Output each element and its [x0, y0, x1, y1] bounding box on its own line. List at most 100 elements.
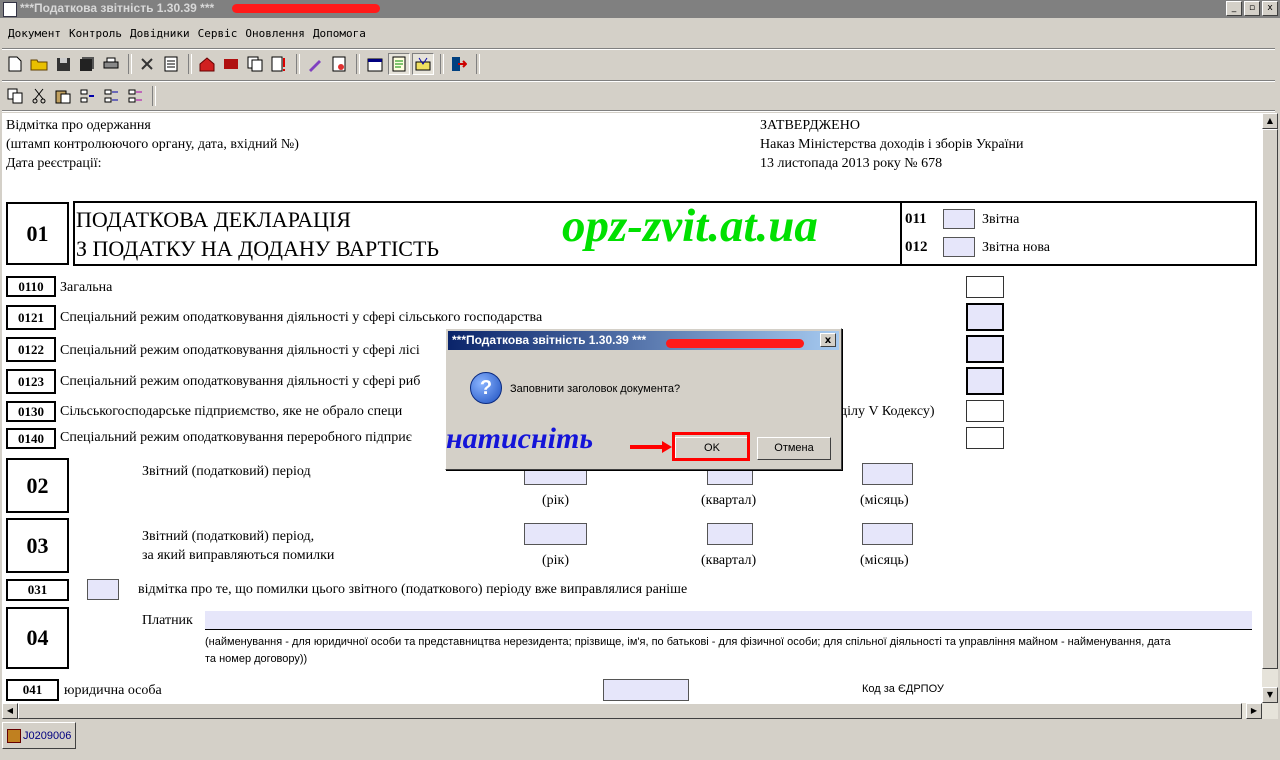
declaration-title-2: З ПОДАТКУ НА ДОДАНУ ВАРТІСТЬ — [76, 236, 440, 261]
year-caption: (рік) — [542, 493, 570, 508]
title-bar[interactable]: ***Податкова звітність 1.30.39 *** _ ▫ x — [0, 0, 1280, 18]
alert-document-icon[interactable] — [268, 53, 290, 75]
tools-icon[interactable] — [136, 53, 158, 75]
exit-icon[interactable] — [448, 53, 470, 75]
section-03-code: 03 — [6, 518, 69, 573]
checklist-icon[interactable] — [160, 53, 182, 75]
paste-icon[interactable] — [52, 85, 74, 107]
code-0123: 0123 — [6, 369, 56, 394]
row-031-label: відмітка про те, що помилки цього звітно… — [138, 582, 688, 597]
code-031: 031 — [6, 579, 69, 601]
row-0110-label: Загальна — [60, 280, 113, 295]
watermark-text: opz-zvit.at.ua — [562, 200, 818, 252]
code-0130: 0130 — [6, 401, 56, 422]
form-view-icon[interactable] — [388, 53, 410, 75]
stamp-icon[interactable] — [328, 53, 350, 75]
question-icon: ? — [470, 372, 502, 404]
properties-icon[interactable] — [364, 53, 386, 75]
code-011: 011 — [905, 211, 927, 227]
send-envelope-icon[interactable] — [412, 53, 434, 75]
annotation-text: натисніть — [446, 422, 594, 455]
insert-after-icon[interactable] — [124, 85, 146, 107]
restore-button[interactable]: ▫ — [1244, 1, 1260, 16]
book-icon[interactable] — [220, 53, 242, 75]
save-icon[interactable] — [52, 53, 74, 75]
copy-icon[interactable] — [4, 85, 26, 107]
correction-period-label-2: за який виправляються помилки — [142, 548, 335, 563]
dialog-close-button[interactable]: x — [820, 333, 836, 347]
checkbox-0110[interactable] — [966, 276, 1004, 298]
cut-icon[interactable] — [28, 85, 50, 107]
payer-label: Платник — [142, 613, 193, 628]
code-012: 012 — [905, 239, 928, 255]
menu-help[interactable]: Допомога — [309, 25, 370, 43]
receipt-note: Відмітка про одержання — [6, 118, 151, 133]
checkbox-0123[interactable] — [966, 367, 1004, 395]
sign-pen-icon[interactable] — [304, 53, 326, 75]
correction-quarter-input[interactable] — [707, 523, 753, 545]
legal-entity-input[interactable] — [603, 679, 689, 701]
app-icon — [3, 2, 17, 17]
document-tab[interactable]: J0209006 — [2, 722, 76, 749]
vertical-scrollbar[interactable]: ▲ ▼ — [1262, 113, 1278, 703]
ok-highlight — [672, 432, 750, 461]
payer-name-input[interactable] — [205, 611, 1252, 630]
payer-note-1: (найменування - для юридичної особи та п… — [205, 636, 1171, 648]
menu-references[interactable]: Довідники — [126, 25, 194, 43]
checkbox-0121[interactable] — [966, 303, 1004, 331]
minimize-button[interactable]: _ — [1226, 1, 1242, 16]
checkbox-031[interactable] — [87, 579, 119, 600]
legal-entity-label: юридична особа — [64, 683, 162, 698]
scroll-up-icon[interactable]: ▲ — [1262, 113, 1278, 129]
main-toolbar — [4, 51, 484, 77]
menu-control[interactable]: Контроль — [65, 25, 126, 43]
document-tab-label: J0209006 — [23, 729, 72, 742]
registration-date-label: Дата реєстрації: — [6, 156, 102, 171]
quarter-caption: (квартал) — [701, 493, 757, 508]
horizontal-scroll-thumb[interactable] — [18, 703, 1242, 719]
checkbox-011[interactable] — [943, 209, 975, 229]
home-icon[interactable] — [196, 53, 218, 75]
scroll-right-icon[interactable]: ▶ — [1246, 703, 1262, 719]
dialog-title-bar[interactable]: ***Податкова звітність 1.30.39 *** x — [448, 331, 839, 350]
dialog-title: ***Податкова звітність 1.30.39 *** — [452, 333, 647, 347]
insert-before-icon[interactable] — [100, 85, 122, 107]
period-month-input[interactable] — [862, 463, 913, 485]
correction-month-input[interactable] — [862, 523, 913, 545]
new-document-icon[interactable] — [4, 53, 26, 75]
edrpou-label: Код за ЄДРПОУ — [862, 683, 944, 695]
scroll-left-icon[interactable]: ◀ — [2, 703, 18, 719]
period-label: Звітний (податковий) період — [142, 464, 311, 479]
open-folder-icon[interactable] — [28, 53, 50, 75]
annotation-arrow-icon — [630, 441, 672, 453]
row-0123-label: Спеціальний режим оподатковування діяльн… — [60, 374, 421, 389]
menu-updates[interactable]: Оновлення — [241, 25, 309, 43]
order-date-label: 13 листопада 2013 року № 678 — [760, 156, 943, 171]
section-04-code: 04 — [6, 607, 69, 669]
vertical-scroll-thumb[interactable] — [1262, 129, 1278, 669]
checkbox-0122[interactable] — [966, 335, 1004, 363]
close-button[interactable]: x — [1262, 1, 1278, 16]
insert-row-icon[interactable] — [76, 85, 98, 107]
checkbox-0130[interactable] — [966, 400, 1004, 422]
save-all-icon[interactable] — [76, 53, 98, 75]
label-012: Звітна нова — [982, 240, 1050, 255]
order-label: Наказ Міністерства доходів і зборів Укра… — [760, 137, 1024, 152]
horizontal-scrollbar[interactable]: ◀ ▶ — [2, 703, 1278, 719]
code-0122: 0122 — [6, 337, 56, 362]
code-0140: 0140 — [6, 428, 56, 449]
window-title: ***Податкова звітність 1.30.39 *** — [20, 1, 215, 15]
print-icon[interactable] — [100, 53, 122, 75]
scroll-down-icon[interactable]: ▼ — [1262, 687, 1278, 703]
correction-period-label-1: Звітний (податковий) період, — [142, 529, 315, 544]
correction-year-input[interactable] — [524, 523, 587, 545]
checkbox-012[interactable] — [943, 237, 975, 257]
redaction-mark — [232, 4, 380, 13]
row-0121-label: Спеціальний режим оподатковування діяльн… — [60, 310, 543, 325]
cancel-button[interactable]: Отмена — [757, 437, 831, 460]
copy-document-icon[interactable] — [244, 53, 266, 75]
menu-document[interactable]: Документ — [0, 25, 65, 43]
correction-quarter-caption: (квартал) — [701, 553, 757, 568]
menu-service[interactable]: Сервіс — [194, 25, 242, 43]
checkbox-0140[interactable] — [966, 427, 1004, 449]
